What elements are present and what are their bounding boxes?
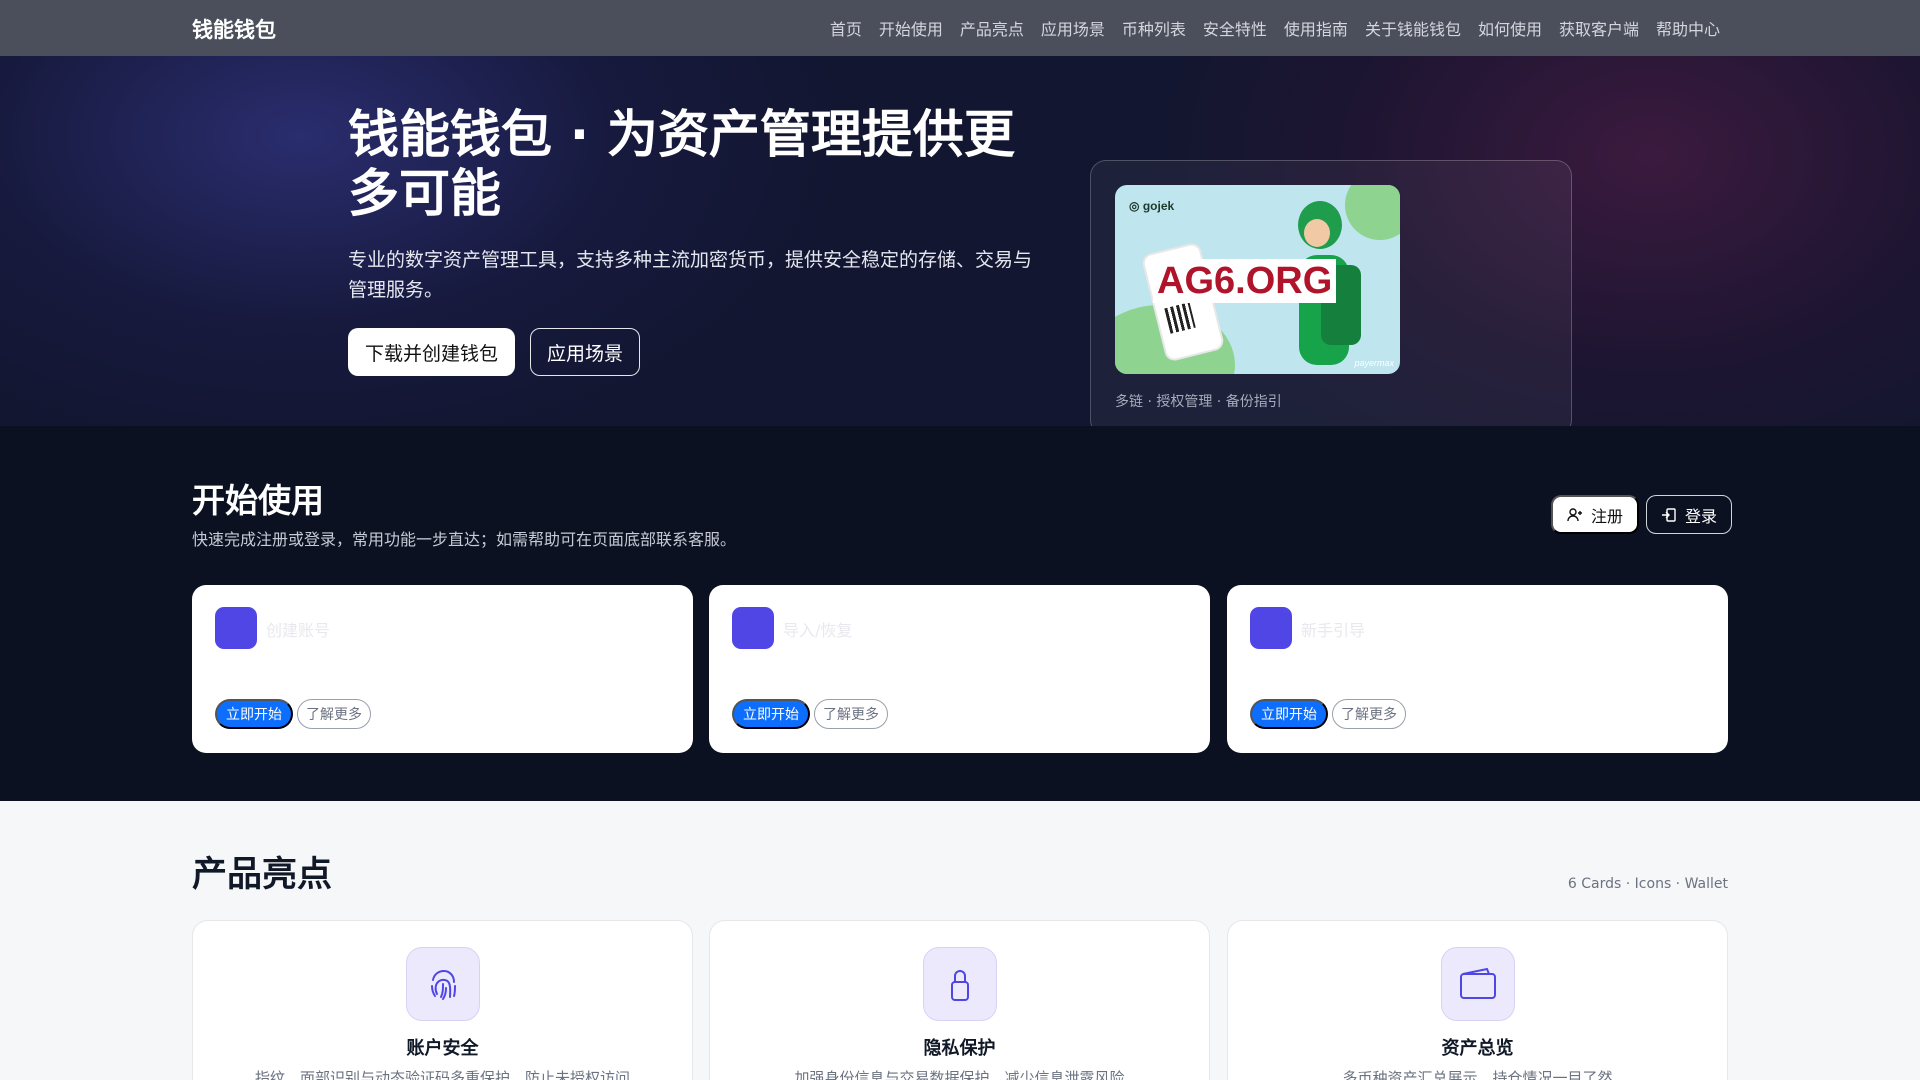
nav-link-scenarios[interactable]: 应用场景 xyxy=(1041,16,1105,40)
import-restore-icon xyxy=(732,607,774,649)
lock-icon xyxy=(923,947,997,1021)
start-now-button[interactable]: 立即开始 xyxy=(1250,699,1328,729)
download-create-wallet-button[interactable]: 下载并创建钱包 xyxy=(348,328,516,376)
beginner-guide-icon xyxy=(1250,607,1292,649)
nav-link-coins[interactable]: 币种列表 xyxy=(1122,16,1186,40)
create-account-icon xyxy=(215,607,257,649)
feature-description: 加强身份信息与交易数据保护，减少信息泄露风险 xyxy=(794,1069,1125,1080)
feature-title: 资产总览 xyxy=(1441,1038,1514,1059)
start-card-guide: 新手引导 立即开始 了解更多 xyxy=(1227,585,1728,753)
start-card-title: 新手引导 xyxy=(1301,621,1366,640)
hero-promo-card: ◎ gojek AG6.ORG payermax 多链 · 授权管理 · 备份指… xyxy=(1090,160,1572,436)
start-card-title: 导入/恢复 xyxy=(783,621,853,640)
feature-card-assets: 资产总览 多币种资产汇总展示，持仓情况一目了然 xyxy=(1227,920,1728,1080)
feature-title: 隐私保护 xyxy=(923,1038,996,1059)
learn-more-button[interactable]: 了解更多 xyxy=(1332,699,1406,729)
section-title: 产品亮点 xyxy=(192,855,333,895)
hero-card-caption: 多链 · 授权管理 · 备份指引 xyxy=(1115,394,1282,410)
getting-started-section: 开始使用 快速完成注册或登录，常用功能一步直达；如需帮助可在页面底部联系客服。 … xyxy=(0,426,1920,801)
feature-description: 多币种资产汇总展示，持仓情况一目了然 xyxy=(1342,1069,1613,1080)
register-button[interactable]: 注册 xyxy=(1551,495,1640,534)
nav-link-about[interactable]: 关于钱能钱包 xyxy=(1365,16,1461,40)
feature-description: 指纹、面部识别与动态验证码多重保护，防止未授权访问 xyxy=(254,1069,630,1080)
nav-link-download[interactable]: 获取客户端 xyxy=(1559,16,1639,40)
hero-title: 钱能钱包 · 为资产管理提供更多可能 xyxy=(348,106,1015,224)
top-navbar: 钱能钱包 首页 开始使用 产品亮点 应用场景 币种列表 安全特性 使用指南 关于… xyxy=(0,0,1920,56)
learn-more-button[interactable]: 了解更多 xyxy=(814,699,888,729)
promo-logo: ◎ gojek xyxy=(1129,199,1174,213)
nav-link-features[interactable]: 产品亮点 xyxy=(960,16,1024,40)
nav-link-howto[interactable]: 如何使用 xyxy=(1478,16,1542,40)
login-label: 登录 xyxy=(1685,508,1718,526)
feature-card-privacy: 隐私保护 加强身份信息与交易数据保护，减少信息泄露风险 xyxy=(709,920,1210,1080)
leaf-icon: ◎ xyxy=(1129,199,1140,213)
register-label: 注册 xyxy=(1591,508,1624,526)
scenarios-button[interactable]: 应用场景 xyxy=(530,328,641,376)
promo-brand: payermax xyxy=(1354,358,1394,368)
learn-more-button[interactable]: 了解更多 xyxy=(297,699,371,729)
section-title: 开始使用 xyxy=(192,481,324,520)
brand-logo[interactable]: 钱能钱包 xyxy=(192,14,276,44)
promo-image[interactable]: ◎ gojek AG6.ORG payermax xyxy=(1115,185,1400,374)
features-tag: 6 Cards · Icons · Wallet xyxy=(1567,876,1728,892)
feature-card-security: 账户安全 指纹、面部识别与动态验证码多重保护，防止未授权访问 xyxy=(192,920,693,1080)
nav-link-help[interactable]: 帮助中心 xyxy=(1656,16,1720,40)
nav-link-guide[interactable]: 使用指南 xyxy=(1284,16,1348,40)
start-card-create: 创建账号 立即开始 了解更多 xyxy=(192,585,693,753)
login-button[interactable]: 登录 xyxy=(1646,495,1733,534)
nav-link-start[interactable]: 开始使用 xyxy=(879,16,943,40)
hero-section: 钱能钱包 · 为资产管理提供更多可能 专业的数字资产管理工具，支持多种主流加密货… xyxy=(0,56,1920,436)
login-icon xyxy=(1662,507,1676,522)
promo-logo-text: gojek xyxy=(1142,199,1175,213)
start-now-button[interactable]: 立即开始 xyxy=(215,699,293,729)
start-now-button[interactable]: 立即开始 xyxy=(732,699,810,729)
start-card-import: 导入/恢复 立即开始 了解更多 xyxy=(709,585,1210,753)
nav-links: 首页 开始使用 产品亮点 应用场景 币种列表 安全特性 使用指南 关于钱能钱包 … xyxy=(830,0,1720,56)
feature-title: 账户安全 xyxy=(406,1038,479,1059)
features-section: 产品亮点 6 Cards · Icons · Wallet 账户安全 指纹、面部… xyxy=(0,801,1920,1080)
promo-overlay-text: AG6.ORG xyxy=(1153,259,1337,303)
section-description: 快速完成注册或登录，常用功能一步直达；如需帮助可在页面底部联系客服。 xyxy=(192,530,737,549)
wallet-icon xyxy=(1441,947,1515,1021)
fingerprint-icon xyxy=(406,947,480,1021)
user-plus-icon xyxy=(1567,507,1582,521)
start-card-title: 创建账号 xyxy=(266,621,331,640)
nav-link-home[interactable]: 首页 xyxy=(830,16,862,40)
hero-description: 专业的数字资产管理工具，支持多种主流加密货币，提供安全稳定的存储、交易与管理服务… xyxy=(348,249,1033,301)
nav-link-security[interactable]: 安全特性 xyxy=(1203,16,1267,40)
